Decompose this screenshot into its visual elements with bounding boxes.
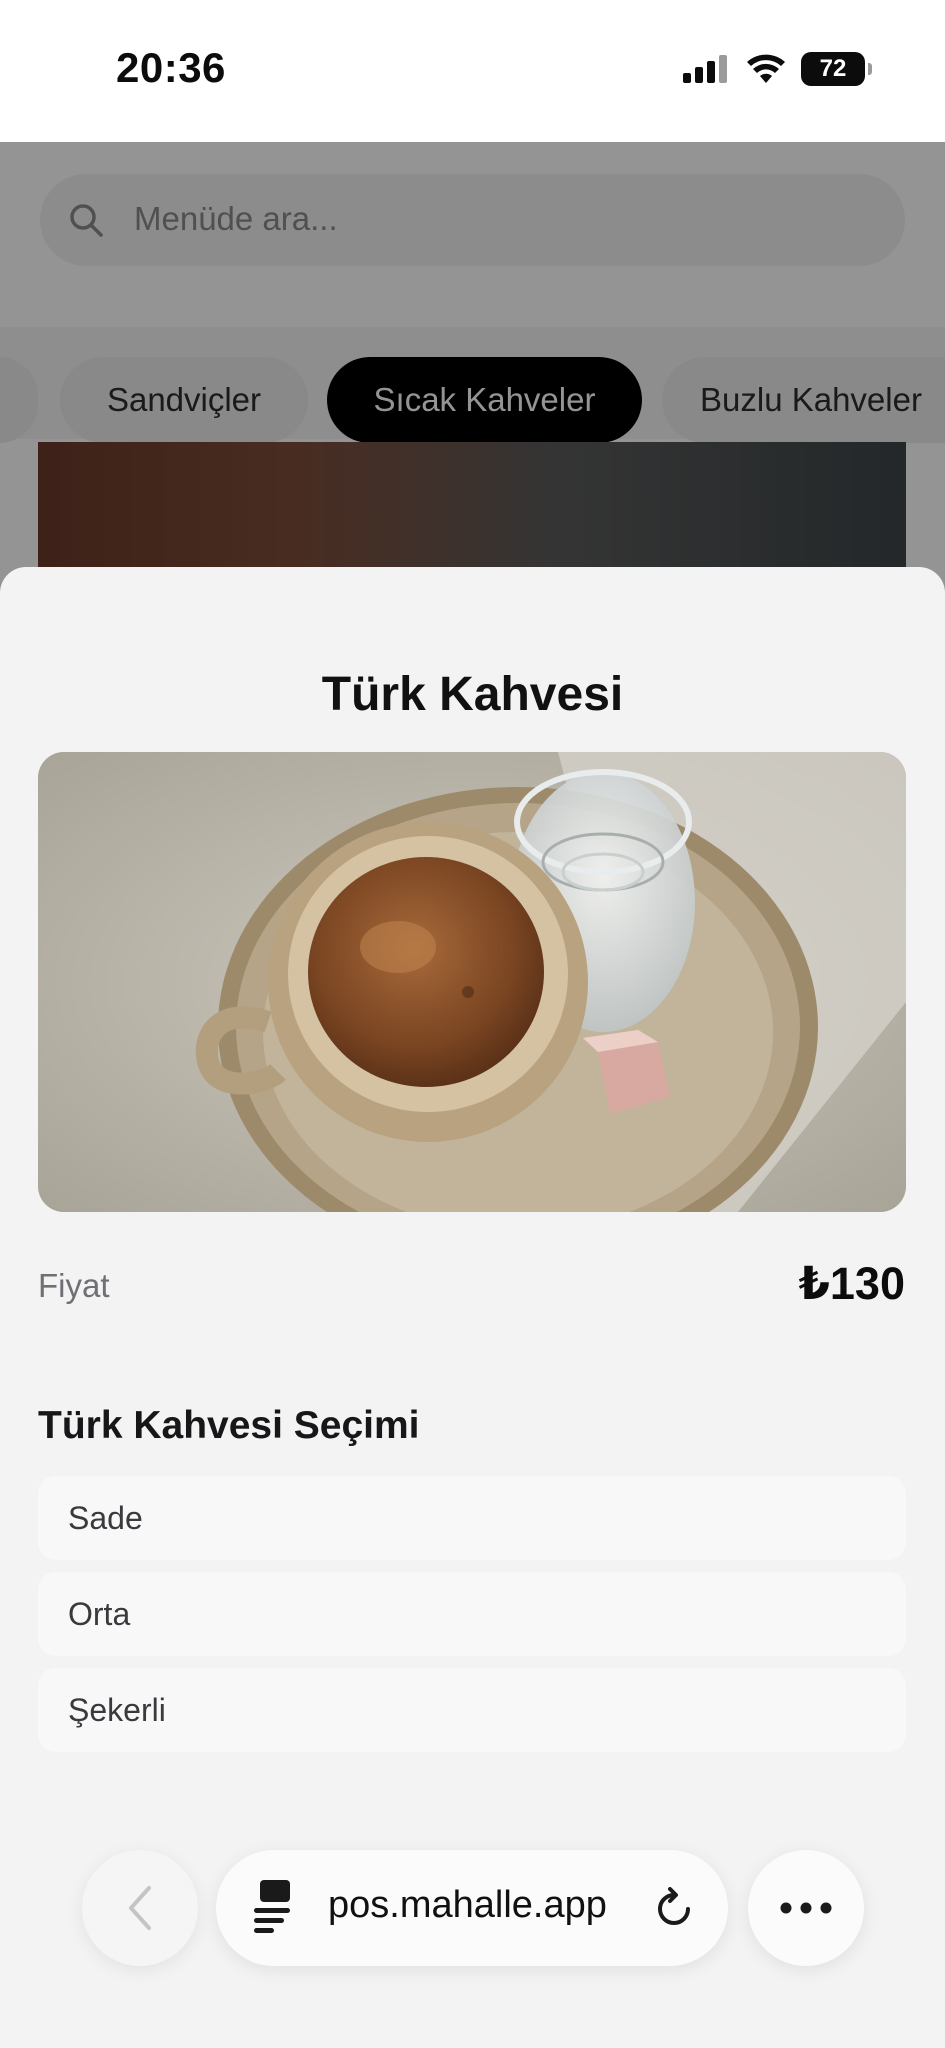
back-icon bbox=[129, 1886, 151, 1930]
more-button[interactable] bbox=[748, 1850, 864, 1966]
reload-icon[interactable] bbox=[656, 1887, 696, 1929]
status-icons: 72 bbox=[683, 52, 872, 86]
option-sekerli[interactable]: Şekerli bbox=[38, 1668, 906, 1752]
options-title: Türk Kahvesi Seçimi bbox=[38, 1404, 420, 1447]
turkish-coffee-photo bbox=[38, 752, 906, 1212]
product-sheet: Türk Kahvesi Fiyat ₺130 Türk Kahvesi Seç… bbox=[0, 567, 945, 2048]
option-label: Sade bbox=[68, 1499, 143, 1536]
product-image bbox=[38, 752, 906, 1212]
status-time: 20:36 bbox=[116, 44, 226, 91]
signal-icon bbox=[683, 55, 727, 83]
battery-level: 72 bbox=[819, 55, 847, 82]
price-label: Fiyat bbox=[38, 1267, 110, 1304]
option-label: Şekerli bbox=[68, 1691, 166, 1728]
price-value: ₺130 bbox=[798, 1258, 905, 1309]
back-button[interactable] bbox=[82, 1850, 198, 1966]
battery-icon: 72 bbox=[801, 52, 872, 86]
option-sade[interactable]: Sade bbox=[38, 1476, 906, 1560]
more-icon bbox=[780, 1902, 832, 1914]
url-text: pos.mahalle.app bbox=[328, 1884, 607, 1926]
option-label: Orta bbox=[68, 1595, 131, 1632]
wifi-icon bbox=[747, 54, 785, 83]
page-icon bbox=[254, 1880, 290, 1933]
address-bar[interactable]: pos.mahalle.app bbox=[216, 1850, 728, 1966]
option-orta[interactable]: Orta bbox=[38, 1572, 906, 1656]
status-bar: 20:36 72 bbox=[0, 0, 945, 142]
product-title: Türk Kahvesi bbox=[321, 668, 624, 721]
